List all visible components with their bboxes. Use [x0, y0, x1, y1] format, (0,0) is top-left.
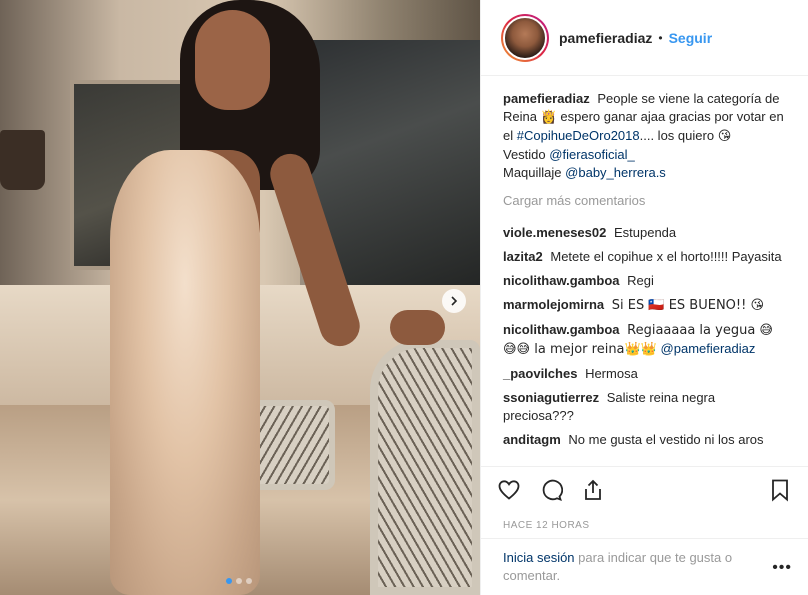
comment-username[interactable]: nicolithaw.gamboa [503, 273, 620, 288]
heart-icon[interactable] [497, 478, 521, 502]
chevron-right-icon [451, 296, 458, 306]
comment-username[interactable]: anditagm [503, 432, 561, 447]
post-photo[interactable] [0, 0, 480, 595]
login-link[interactable]: Inicia sesión [503, 550, 575, 565]
caption-text-3: .... los quiero [639, 128, 715, 143]
caption-vestido-mention[interactable]: @fierasoficial_ [549, 147, 634, 162]
comment-username[interactable]: lazita2 [503, 249, 543, 264]
comment-text: Metete el copihue x el horto!!!!! Payasi… [550, 249, 782, 264]
avatar-image [503, 15, 547, 60]
follow-button[interactable]: Seguir [669, 30, 713, 46]
comment: nicolithaw.gamboa Regiaaaaa la yegua 😅 😅… [503, 321, 788, 359]
load-more-comments-button[interactable]: Cargar más comentarios [503, 192, 788, 210]
login-prompt: Inicia sesión para indicar que te gusta … [481, 538, 808, 585]
share-icon[interactable] [581, 478, 605, 502]
comment-text: No me gusta el vestido ni los aros [568, 432, 764, 447]
comment-text: Estupenda [613, 225, 677, 240]
comment: marmolejomirna Si ES 🇨🇱 ES BUENO!! 😘 [503, 296, 788, 315]
comment-username[interactable]: viole.meneses02 [503, 225, 606, 240]
avatar[interactable] [501, 13, 549, 62]
header-username[interactable]: pamefieradiaz [559, 30, 652, 46]
photo-lamp [0, 130, 45, 190]
comment-text: Regi [627, 273, 654, 288]
next-slide-button[interactable] [442, 289, 466, 313]
photo-hand [390, 310, 445, 345]
instagram-post: pamefieradiaz • Seguir pamefieradiaz Peo… [0, 0, 808, 595]
comment-username[interactable]: nicolithaw.gamboa [503, 322, 620, 337]
caption-emoji-1: 👸 [540, 110, 557, 125]
photo-dress [110, 150, 260, 595]
carousel-dot [226, 578, 232, 584]
header-separator: • [658, 30, 663, 45]
comment-text: Si ES 🇨🇱 ES BUENO!! 😘 [611, 298, 765, 313]
comment-username[interactable]: marmolejomirna [503, 297, 604, 312]
post-header: pamefieradiaz • Seguir [481, 0, 808, 76]
comment-username[interactable]: ssoniagutierrez [503, 390, 599, 405]
comment: anditagm No me gusta el vestido ni los a… [503, 431, 788, 449]
comment: nicolithaw.gamboa Regi [503, 272, 788, 290]
comment: ssoniagutierrez Saliste reina negra prec… [503, 389, 788, 425]
carousel-dot [246, 578, 252, 584]
caption-emoji-2: 😘 [717, 129, 732, 144]
comment-mention[interactable]: @pamefieradiaz [661, 341, 756, 356]
caption-maquillaje-mention[interactable]: @baby_herrera.s [565, 165, 666, 180]
comment: viole.meneses02 Estupenda [503, 224, 788, 242]
post-side-panel: pamefieradiaz • Seguir pamefieradiaz Peo… [480, 0, 808, 595]
comment: _paovilches Hermosa [503, 365, 788, 383]
carousel-indicator [226, 578, 252, 584]
photo-face [195, 10, 270, 110]
bookmark-icon[interactable] [768, 478, 792, 502]
photo-chair [370, 340, 480, 595]
comment-username[interactable]: _paovilches [503, 366, 577, 381]
comment-text: Hermosa [585, 366, 638, 381]
caption-username[interactable]: pamefieradiaz [503, 91, 590, 106]
carousel-dot [236, 578, 242, 584]
caption-hashtag[interactable]: #CopihueDeOro2018 [517, 128, 640, 143]
caption-maquillaje-label: Maquillaje [503, 165, 562, 180]
post-caption: pamefieradiaz People se viene la categor… [503, 90, 788, 182]
more-options-icon[interactable]: ••• [772, 559, 792, 577]
comments-list[interactable]: pamefieradiaz People se viene la categor… [481, 76, 808, 466]
action-bar [481, 466, 808, 512]
comment-icon[interactable] [539, 478, 563, 502]
caption-vestido-label: Vestido [503, 147, 546, 162]
post-timestamp[interactable]: HACE 12 HORAS [481, 512, 808, 538]
comment: lazita2 Metete el copihue x el horto!!!!… [503, 248, 788, 266]
